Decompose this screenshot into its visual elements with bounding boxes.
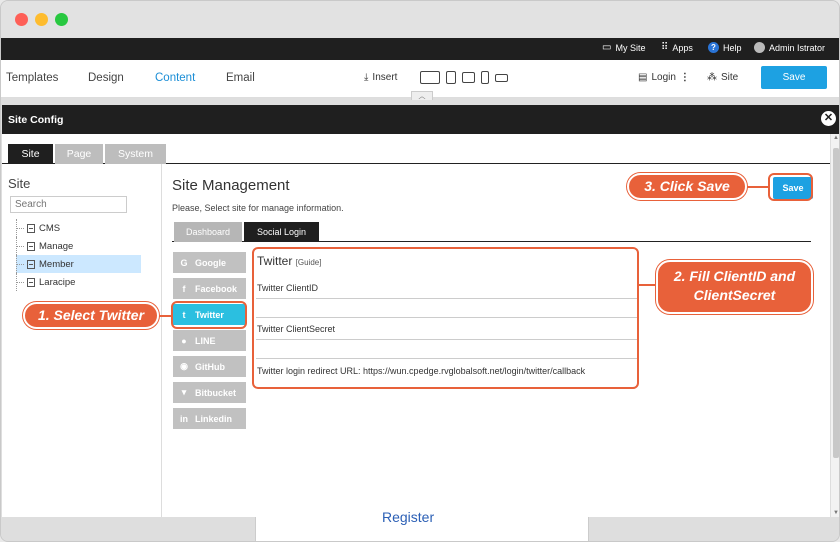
provider-line-button[interactable]: ● LINE bbox=[173, 330, 246, 351]
nav-content[interactable]: Content bbox=[155, 72, 195, 84]
tree-item-laracipe[interactable]: Laracipe bbox=[16, 273, 141, 291]
close-icon[interactable]: ✕ bbox=[821, 111, 836, 126]
editor-save-button[interactable]: Save bbox=[761, 66, 827, 89]
tab-dashboard[interactable]: Dashboard bbox=[174, 222, 242, 242]
connector-step2 bbox=[638, 284, 658, 286]
tablet-landscape-icon[interactable] bbox=[462, 72, 475, 83]
user-menu[interactable]: Admin Istrator bbox=[754, 42, 825, 53]
help-icon: ? bbox=[708, 42, 719, 53]
avatar bbox=[754, 42, 765, 53]
highlight-twitter bbox=[171, 301, 247, 329]
modal-header: Site Config ✕ bbox=[2, 105, 839, 134]
provider-google-button[interactable]: G Google bbox=[173, 252, 246, 273]
page-preview-panel: Register bbox=[255, 509, 589, 541]
modal-scrollbar[interactable]: ▲ ▼ bbox=[830, 134, 839, 517]
provider-linkedin-button[interactable]: in Linkedin bbox=[173, 408, 246, 429]
callout-step1: 1. Select Twitter bbox=[23, 302, 159, 329]
provider-facebook-button[interactable]: f Facebook bbox=[173, 278, 246, 299]
window-titlebar bbox=[1, 1, 839, 38]
page-background-strip: Register bbox=[1, 509, 839, 541]
sitemap-icon: ⁂ bbox=[707, 72, 717, 83]
mobile-icon[interactable] bbox=[481, 71, 489, 84]
desktop-icon[interactable] bbox=[420, 71, 440, 84]
site-sidebar: Site CMS Manage Member Laracipe bbox=[2, 164, 162, 517]
page-icon: ▤ bbox=[638, 72, 648, 83]
provider-github-button[interactable]: ◉ GitHub bbox=[173, 356, 246, 377]
admin-topbar: ▭ My Site ⠿ Apps ? Help Admin Istrator bbox=[1, 38, 839, 60]
more-vertical-icon[interactable]: ⋮ bbox=[680, 72, 690, 83]
document-icon bbox=[27, 259, 35, 269]
scroll-up-arrow-icon[interactable]: ▲ bbox=[831, 135, 839, 141]
facebook-icon: f bbox=[182, 283, 186, 294]
nav-design[interactable]: Design bbox=[88, 72, 124, 84]
close-window-button[interactable] bbox=[15, 13, 28, 26]
tree-item-cms[interactable]: CMS bbox=[16, 219, 141, 237]
device-switcher bbox=[420, 71, 508, 84]
register-link[interactable]: Register bbox=[382, 509, 434, 525]
monitor-icon: ▭ bbox=[602, 42, 612, 53]
document-icon bbox=[27, 223, 35, 233]
apps-link[interactable]: ⠿ Apps bbox=[661, 42, 693, 53]
linkedin-icon: in bbox=[180, 413, 188, 424]
document-icon bbox=[27, 277, 35, 287]
google-icon: G bbox=[180, 257, 188, 268]
browser-window: ▭ My Site ⠿ Apps ? Help Admin Istrator T… bbox=[0, 0, 840, 542]
page-description: Please, Select site for manage informati… bbox=[172, 203, 344, 213]
document-icon bbox=[27, 241, 35, 251]
callout-step3: 3. Click Save bbox=[627, 173, 747, 200]
sidebar-title: Site bbox=[8, 176, 31, 191]
connector-step1 bbox=[157, 315, 172, 317]
maximize-window-button[interactable] bbox=[55, 13, 68, 26]
download-icon: ⤓ bbox=[364, 72, 369, 83]
scroll-down-arrow-icon[interactable]: ▼ bbox=[831, 510, 839, 516]
sidebar-search-input[interactable] bbox=[10, 196, 127, 213]
nav-templates[interactable]: Templates bbox=[6, 72, 58, 84]
tree-item-member[interactable]: Member bbox=[16, 255, 141, 273]
management-subtabs: Dashboard Social Login bbox=[172, 219, 811, 242]
provider-bitbucket-button[interactable]: ▾ Bitbucket bbox=[173, 382, 246, 403]
chat-bubble-icon: ● bbox=[181, 335, 187, 346]
bitbucket-icon: ▾ bbox=[181, 387, 187, 397]
tab-system[interactable]: System bbox=[105, 144, 166, 164]
collapse-toolbar-handle[interactable]: ︿ bbox=[411, 91, 433, 100]
tab-page[interactable]: Page bbox=[55, 144, 103, 164]
page-title: Site Management bbox=[172, 177, 290, 194]
connector-step3 bbox=[744, 186, 769, 188]
tab-site[interactable]: Site bbox=[8, 144, 53, 164]
highlight-twitter-fields bbox=[252, 247, 639, 389]
my-site-link[interactable]: ▭ My Site bbox=[602, 42, 645, 53]
modal-title: Site Config bbox=[8, 114, 64, 126]
nav-email[interactable]: Email bbox=[226, 72, 255, 84]
site-button[interactable]: ⁂ Site bbox=[707, 72, 738, 83]
login-button[interactable]: ▤ Login ⋮ bbox=[638, 72, 690, 83]
help-link[interactable]: ? Help bbox=[708, 42, 742, 53]
callout-step2: 2. Fill ClientID and ClientSecret bbox=[656, 260, 813, 314]
tablet-icon[interactable] bbox=[446, 71, 456, 84]
github-icon: ◉ bbox=[180, 361, 188, 371]
highlight-save bbox=[768, 173, 813, 201]
modal-tabs: Site Page System bbox=[2, 134, 839, 164]
grid-icon: ⠿ bbox=[661, 42, 669, 53]
scrollbar-thumb[interactable] bbox=[833, 148, 839, 458]
tree-item-manage[interactable]: Manage bbox=[16, 237, 141, 255]
insert-button[interactable]: ⤓ Insert bbox=[364, 72, 397, 83]
minimize-window-button[interactable] bbox=[35, 13, 48, 26]
tab-social-login[interactable]: Social Login bbox=[244, 222, 319, 242]
mobile-landscape-icon[interactable] bbox=[495, 74, 508, 82]
